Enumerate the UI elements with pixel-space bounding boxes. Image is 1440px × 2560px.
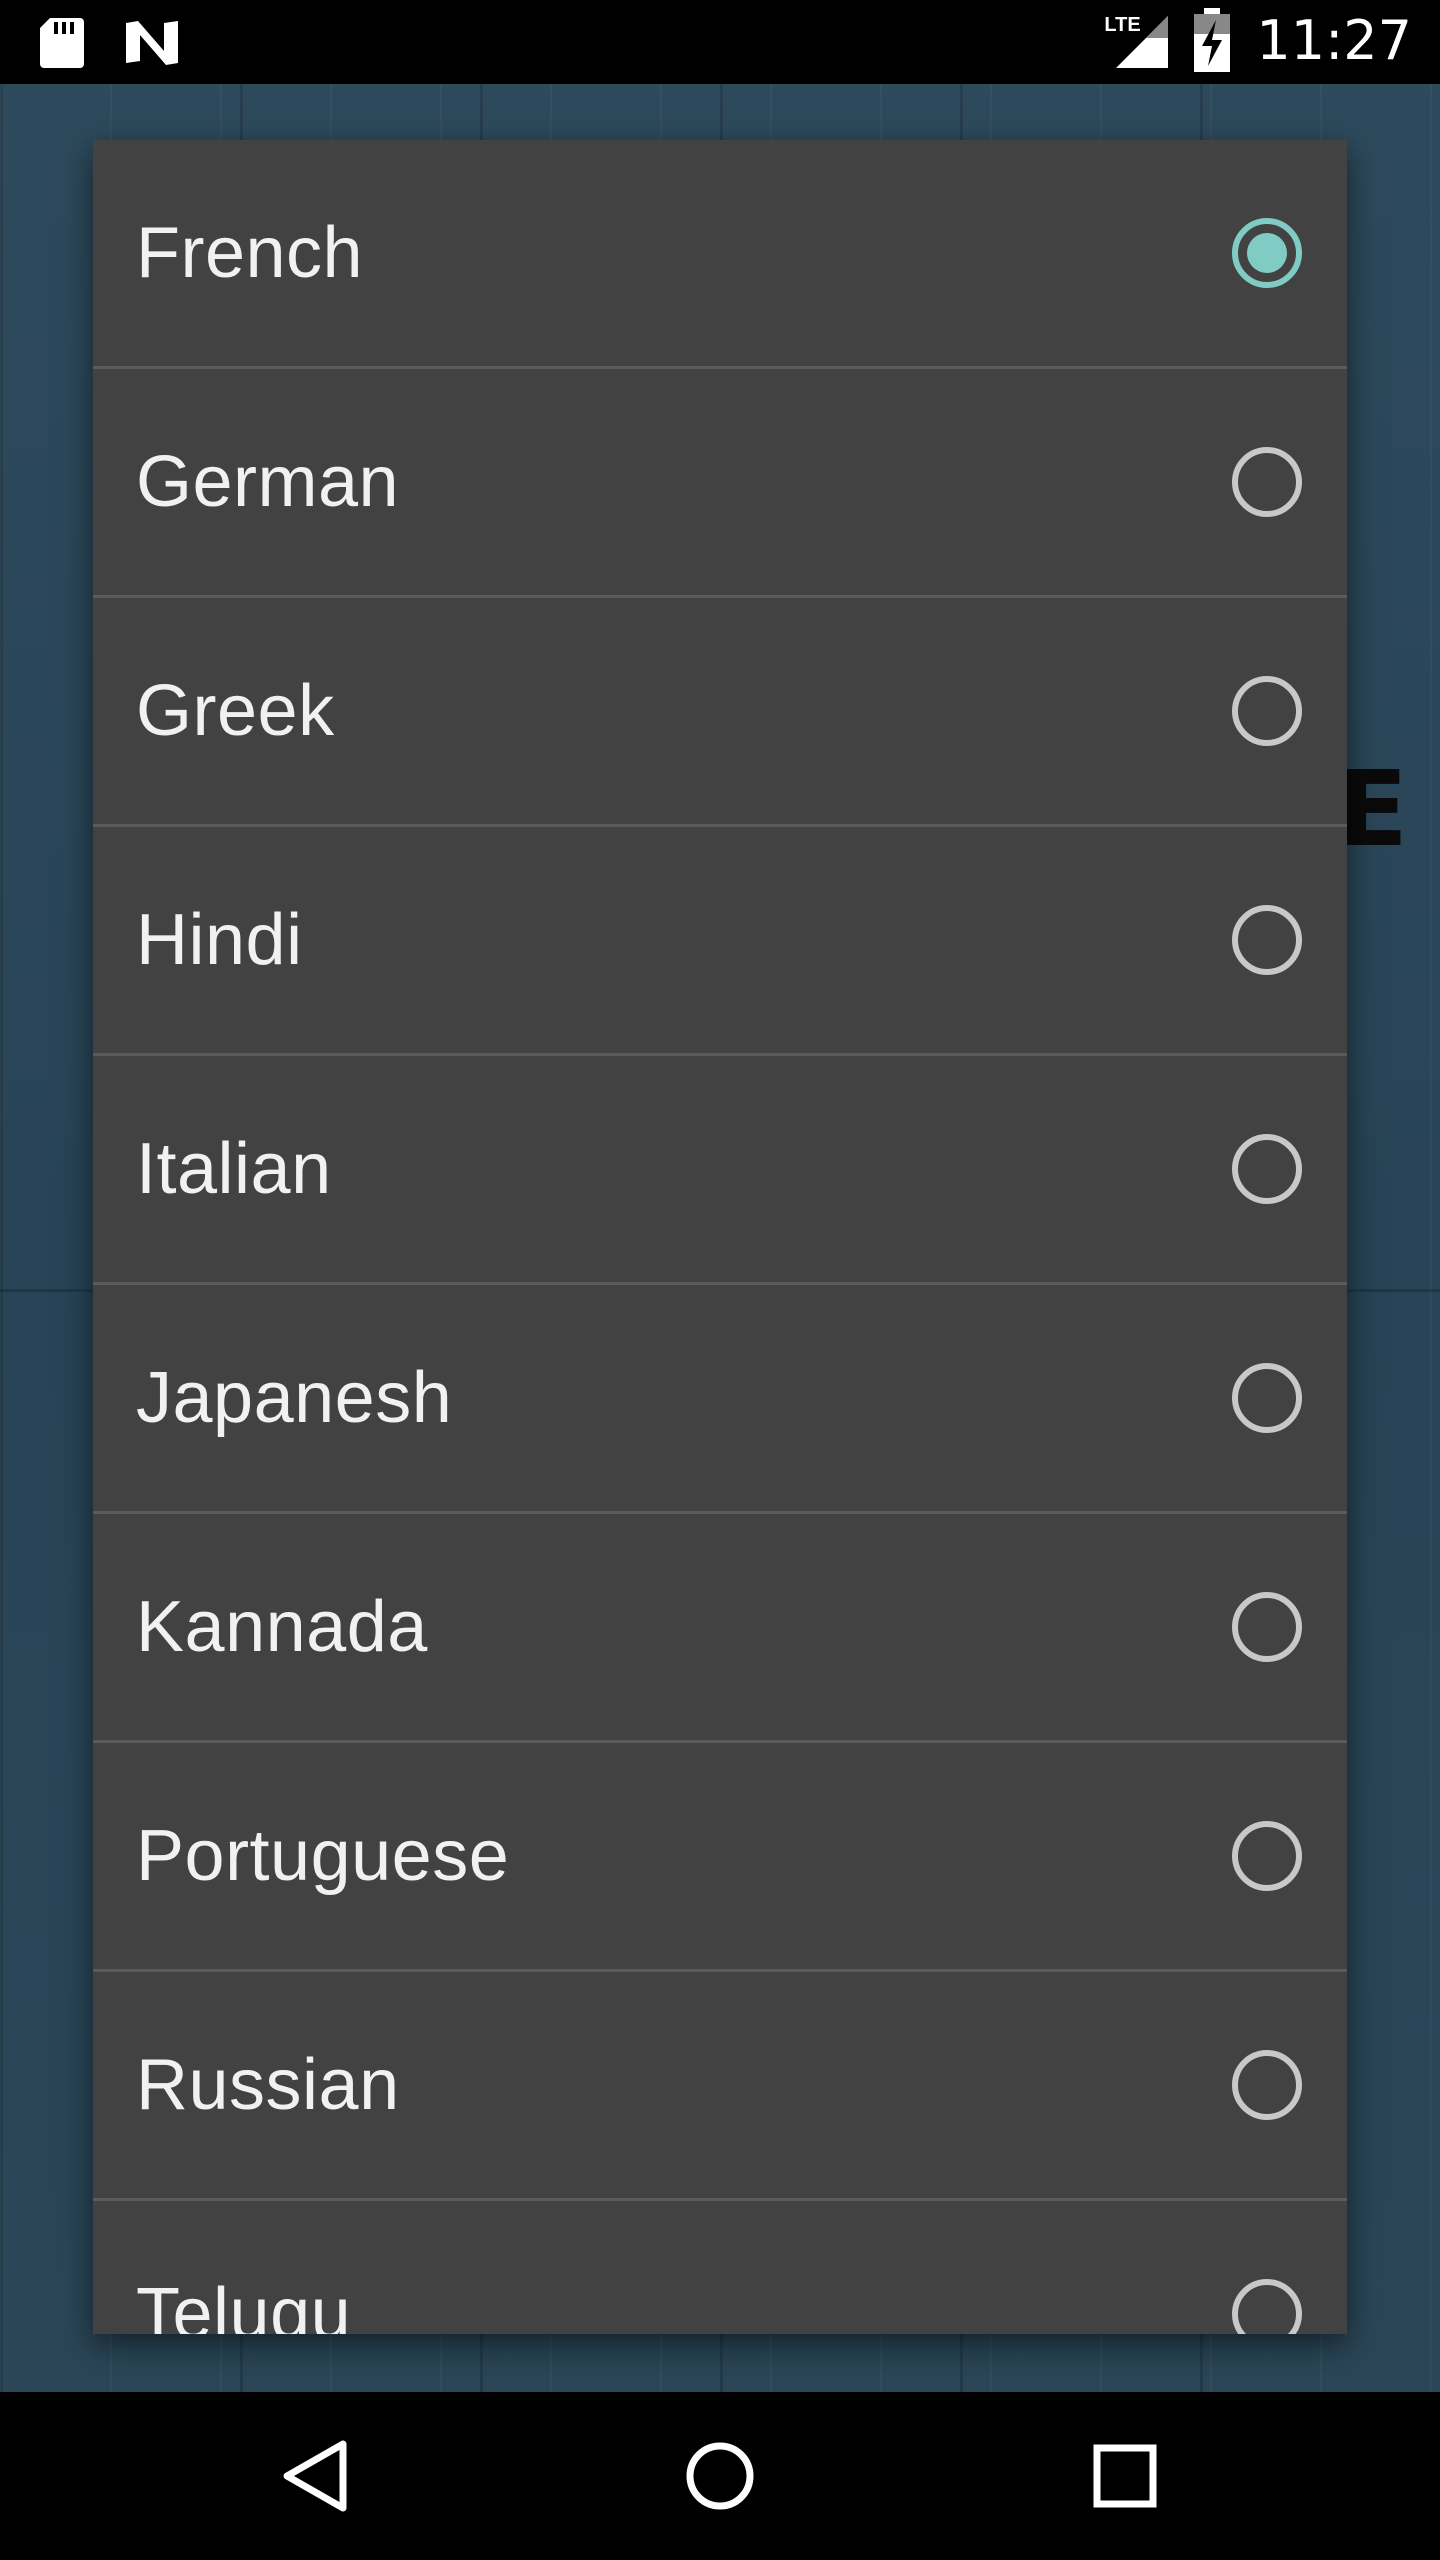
radio-button[interactable] xyxy=(1232,2050,1302,2120)
language-item-german[interactable]: German xyxy=(93,369,1347,598)
language-item-telugu[interactable]: Telugu xyxy=(93,2201,1347,2334)
language-item-italian[interactable]: Italian xyxy=(93,1056,1347,1285)
language-item-russian[interactable]: Russian xyxy=(93,1972,1347,2201)
radio-button[interactable] xyxy=(1232,2279,1302,2334)
home-icon[interactable] xyxy=(670,2426,770,2526)
language-item-greek[interactable]: Greek xyxy=(93,598,1347,827)
radio-button[interactable] xyxy=(1232,1363,1302,1433)
language-item-hindi[interactable]: Hindi xyxy=(93,827,1347,1056)
radio-button[interactable] xyxy=(1232,447,1302,517)
language-item-japanesh[interactable]: Japanesh xyxy=(93,1285,1347,1514)
language-item-portuguese[interactable]: Portuguese xyxy=(93,1743,1347,1972)
language-label: Hindi xyxy=(136,900,303,980)
recents-icon[interactable] xyxy=(1075,2426,1175,2526)
sd-card-icon xyxy=(40,18,84,68)
battery-charging-icon xyxy=(1194,8,1231,72)
language-label: Portuguese xyxy=(136,1816,510,1896)
background-partial-text: E xyxy=(1336,748,1408,870)
language-label: Greek xyxy=(136,671,335,751)
n-notification-icon xyxy=(126,21,178,65)
navigation-bar xyxy=(0,2392,1440,2560)
language-item-kannada[interactable]: Kannada xyxy=(93,1514,1347,1743)
language-list: French German Greek Hindi Italian Japane… xyxy=(93,140,1347,2334)
language-label: Japanesh xyxy=(136,1358,453,1438)
radio-button[interactable] xyxy=(1232,1592,1302,1662)
status-bar: LTE 11:27 xyxy=(0,0,1440,84)
language-label: German xyxy=(136,442,400,522)
radio-button[interactable] xyxy=(1232,676,1302,746)
language-label: Kannada xyxy=(136,1587,428,1667)
language-label: French xyxy=(136,213,364,293)
radio-button-checked[interactable] xyxy=(1232,218,1302,288)
language-label: Telugu xyxy=(136,2274,352,2334)
language-dialog: French German Greek Hindi Italian Japane… xyxy=(93,140,1347,2334)
signal-icon: LTE xyxy=(1104,8,1169,72)
radio-button[interactable] xyxy=(1232,1134,1302,1204)
clock: 11:27 xyxy=(1256,8,1412,72)
language-item-french[interactable]: French xyxy=(93,140,1347,369)
radio-button[interactable] xyxy=(1232,905,1302,975)
radio-button[interactable] xyxy=(1232,1821,1302,1891)
language-label: Italian xyxy=(136,1129,332,1209)
back-icon[interactable] xyxy=(265,2426,365,2526)
language-label: Russian xyxy=(136,2045,400,2125)
